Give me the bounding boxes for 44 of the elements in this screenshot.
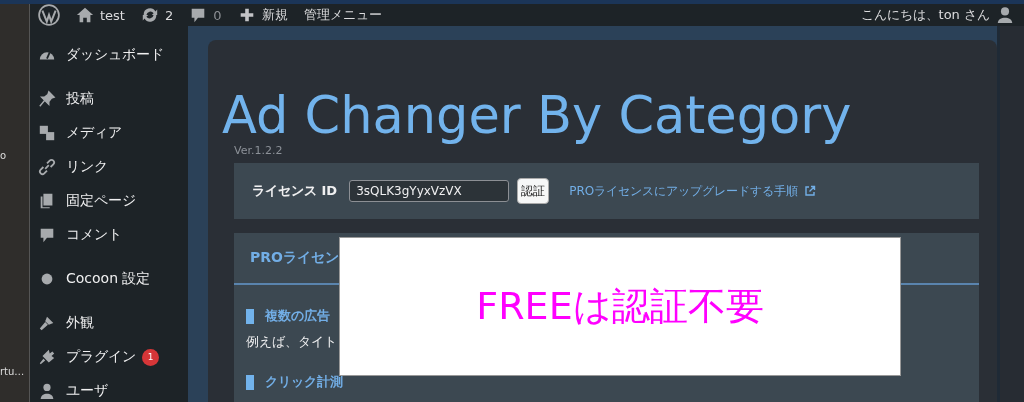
user-icon [996,6,1014,24]
external-link-icon [804,185,817,197]
media-icon [38,124,56,142]
verify-button[interactable]: 認証 [517,178,550,204]
sidebar-item[interactable]: 外観 [30,306,188,340]
update-count-badge: 1 [142,348,159,366]
license-label: ライセンス ID [252,182,338,200]
sidebar-item[interactable]: ユーザ [30,374,188,402]
sidebar-item[interactable]: Cocoon 設定 [30,262,188,296]
sidebar-item[interactable]: 固定ページ [30,184,188,218]
sidebar-item[interactable]: コメント [30,218,188,252]
pushpin-icon [38,90,56,108]
section-heading: PROライセン [250,249,339,267]
account-menu[interactable]: こんにちは、ton さん [860,6,1014,24]
window-text: o [0,150,7,161]
admin-bar-item[interactable]: test [76,6,125,24]
heading-marker [246,374,254,390]
upgrade-link[interactable]: PROライセンスにアップグレードする手順 [569,182,817,200]
refresh-icon [140,6,159,24]
heading-marker [246,308,254,324]
admin-bar-item[interactable]: 管理メニュー [303,6,382,24]
feature-description: 例えば、タイト [246,333,338,351]
plugin-title: Ad Changer By Category [222,88,853,144]
link-icon [38,158,56,176]
admin-bar-item[interactable]: 新規 [237,6,288,24]
window-text: rtu… [0,366,25,377]
plug-icon [38,348,56,366]
feature-heading: クリック計測 [265,373,343,391]
sidebar-item[interactable]: メディア [30,116,188,150]
feature-heading: 複数の広告 [265,307,330,325]
user-icon [38,382,56,400]
admin-bar-item[interactable]: 0 [189,6,222,24]
admin-bar-item[interactable]: 2 [140,6,174,24]
annotation-text: FREEは認証不要 [476,283,764,330]
brush-icon [38,314,56,332]
version-label: Ver.1.2.2 [234,144,284,157]
sidebar-item[interactable]: リンク [30,150,188,184]
comment-icon [38,226,56,244]
sidebar-item[interactable]: 投稿 [30,82,188,116]
sidebar-item[interactable]: ダッシュボード [30,38,188,72]
sidebar-item[interactable]: プラグイン 1 [30,340,188,374]
license-id-field[interactable]: 3sQLK3gYyxVzVX [349,180,510,202]
wordpress-logo-icon[interactable] [38,4,60,26]
home-icon [76,6,94,24]
